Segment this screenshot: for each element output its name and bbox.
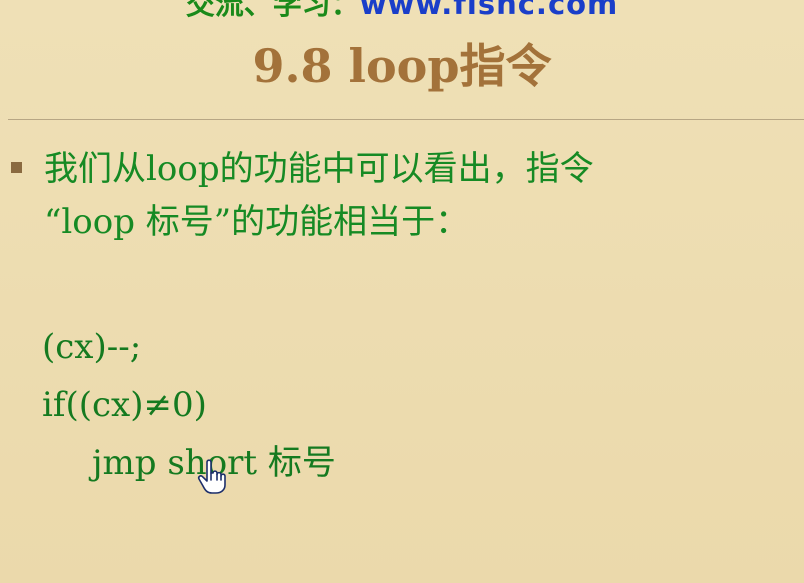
slide-title: 9.8 loop指令 [252,39,552,93]
bullet-text: 我们从loop的功能中可以看出，指令 “loop 标号”的功能相当于： [44,143,784,249]
code-line-condition: if((cx)≠0) [42,385,207,425]
code-line-decrement: (cx)--; [42,327,142,367]
hand-pointer-icon [197,459,226,494]
site-header: 交流、学习：www.fishc.com [0,0,804,22]
code-line-jump: jmp short 标号 [92,443,336,483]
bullet-square-icon [11,162,22,173]
slide: 交流、学习：www.fishc.com 9.8 loop指令 我们从loop的功… [0,0,804,583]
site-label: 交流、学习： [185,0,360,21]
title-divider [8,119,804,120]
code-block: (cx)--; if((cx)≠0) jmp short 标号 [42,318,336,492]
bullet-line-2: “loop 标号”的功能相当于： [44,202,470,242]
bullet-line-1: 我们从loop的功能中可以看出，指令 [44,149,594,189]
site-url-link[interactable]: www.fishc.com [360,0,619,21]
